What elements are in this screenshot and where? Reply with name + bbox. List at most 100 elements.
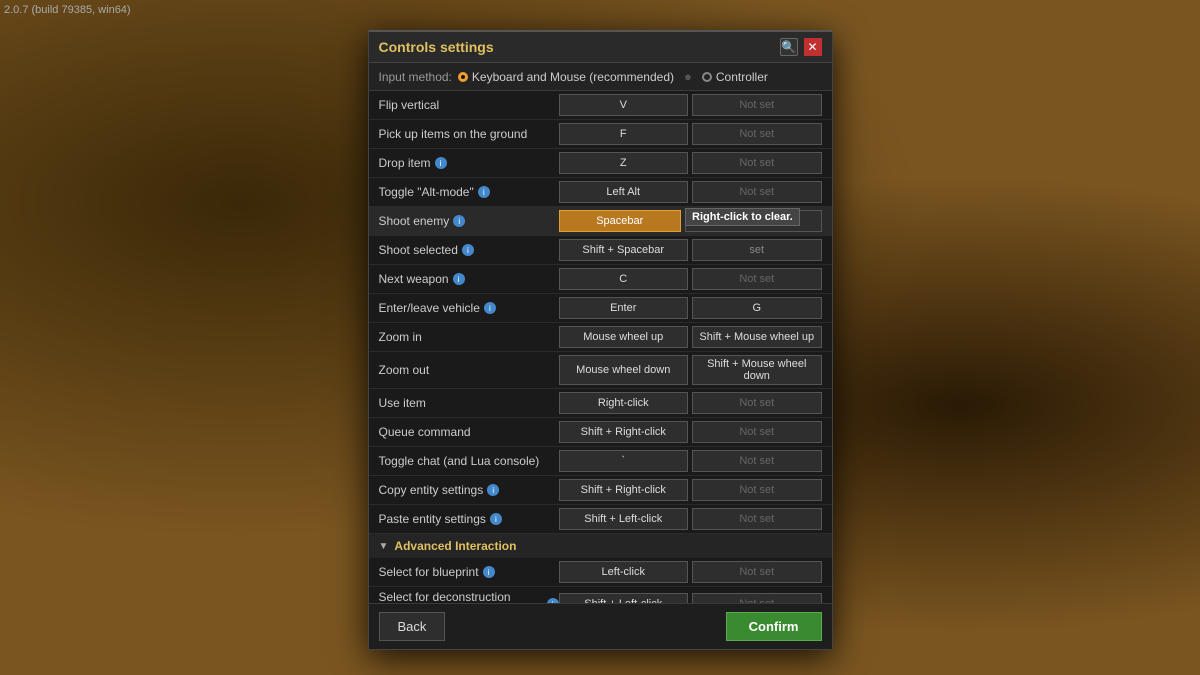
primary-key-btn[interactable]: Shift + Right-click [559, 479, 689, 501]
secondary-key-btn[interactable]: Not set [685, 210, 822, 232]
confirm-button[interactable]: Confirm [726, 612, 822, 641]
keybind-row-copy-entity: Copy entity settings i Shift + Right-cli… [369, 476, 832, 505]
info-icon[interactable]: i [453, 215, 465, 227]
search-button[interactable]: 🔍 [780, 38, 798, 56]
key-binding: Right-click Not set [559, 392, 822, 414]
primary-key-btn[interactable]: Shift + Spacebar [559, 239, 689, 261]
radio-dot-controller [702, 72, 712, 82]
info-icon[interactable]: i [484, 302, 496, 314]
action-label: Paste entity settings i [379, 512, 559, 526]
primary-key-btn[interactable]: Z [559, 152, 689, 174]
key-binding: Left-click Not set [559, 561, 822, 583]
info-icon[interactable]: i [490, 513, 502, 525]
secondary-key-btn[interactable]: Shift + Mouse wheel down [692, 355, 822, 385]
secondary-key-btn[interactable]: Not set [692, 508, 822, 530]
primary-key-btn[interactable]: Left Alt [559, 181, 689, 203]
info-icon[interactable]: i [435, 157, 447, 169]
action-label: Enter/leave vehicle i [379, 301, 559, 315]
keybind-row-alt-mode: Toggle "Alt-mode" i Left Alt Not set [369, 178, 832, 207]
keybind-row-zoom-out: Zoom out Mouse wheel down Shift + Mouse … [369, 352, 832, 389]
keybind-row-toggle-chat: Toggle chat (and Lua console) ` Not set [369, 447, 832, 476]
action-label: Use item [379, 396, 559, 410]
modal-overlay: Controls settings 🔍 ✕ Input method: Keyb… [0, 0, 1200, 675]
primary-key-wrapper: Spacebar Right-click to clear. [559, 210, 682, 232]
primary-key-btn[interactable]: ` [559, 450, 689, 472]
section-advanced-interaction[interactable]: ▼ Advanced Interaction [369, 534, 832, 558]
secondary-key-btn[interactable]: Not set [692, 421, 822, 443]
key-binding: Left Alt Not set [559, 181, 822, 203]
primary-key-btn[interactable]: Shift + Left-click [559, 508, 689, 530]
key-binding: Z Not set [559, 152, 822, 174]
secondary-key-btn[interactable]: Not set [692, 450, 822, 472]
key-binding: ` Not set [559, 450, 822, 472]
secondary-key-btn[interactable]: Shift + Mouse wheel up [692, 326, 822, 348]
key-binding: Shift + Left-click Not set [559, 593, 822, 603]
primary-key-btn[interactable]: F [559, 123, 689, 145]
action-label: Next weapon i [379, 272, 559, 286]
primary-key-btn[interactable]: C [559, 268, 689, 290]
secondary-key-btn[interactable]: Not set [692, 593, 822, 603]
input-method-label: Input method: [379, 70, 452, 84]
secondary-key-btn[interactable]: Not set [692, 94, 822, 116]
info-icon[interactable]: i [487, 484, 499, 496]
radio-dot-keyboard [458, 72, 468, 82]
primary-key-btn[interactable]: Left-click [559, 561, 689, 583]
keybind-row-drop-item: Drop item i Z Not set [369, 149, 832, 178]
action-label: Flip vertical [379, 98, 559, 112]
keybind-row-queue-command: Queue command Shift + Right-click Not se… [369, 418, 832, 447]
key-binding: V Not set [559, 94, 822, 116]
key-binding: F Not set [559, 123, 822, 145]
key-binding: Mouse wheel down Shift + Mouse wheel dow… [559, 355, 822, 385]
section-arrow-icon: ▼ [379, 541, 389, 552]
action-label: Shoot enemy i [379, 214, 559, 228]
action-label: Queue command [379, 425, 559, 439]
section-header-label: Advanced Interaction [394, 539, 516, 553]
info-icon[interactable]: i [483, 566, 495, 578]
keybind-row-use-item: Use item Right-click Not set [369, 389, 832, 418]
info-icon[interactable]: i [478, 186, 490, 198]
action-label: Copy entity settings i [379, 483, 559, 497]
primary-key-btn[interactable]: Shift + Right-click [559, 421, 689, 443]
secondary-key-btn[interactable]: Not set [692, 392, 822, 414]
primary-key-btn[interactable]: V [559, 94, 689, 116]
info-icon[interactable]: i [453, 273, 465, 285]
action-label: Toggle "Alt-mode" i [379, 185, 559, 199]
primary-key-btn[interactable]: Mouse wheel down [559, 355, 689, 385]
secondary-key-btn[interactable]: Not set [692, 479, 822, 501]
key-binding: Mouse wheel up Shift + Mouse wheel up [559, 326, 822, 348]
close-button[interactable]: ✕ [804, 38, 822, 56]
keybind-row-pickup: Pick up items on the ground F Not set [369, 120, 832, 149]
secondary-key-btn[interactable]: Not set [692, 123, 822, 145]
controls-settings-dialog: Controls settings 🔍 ✕ Input method: Keyb… [368, 30, 833, 650]
action-label: Select for deconstruction cancellation i [379, 590, 559, 603]
secondary-key-btn[interactable]: set [692, 239, 822, 261]
keybind-row-shoot-selected: Shoot selected i Shift + Spacebar set [369, 236, 832, 265]
action-label: Zoom out [379, 363, 559, 377]
keybind-row-flip-vertical: Flip vertical V Not set [369, 91, 832, 120]
keybind-row-zoom-in: Zoom in Mouse wheel up Shift + Mouse whe… [369, 323, 832, 352]
keybind-list[interactable]: Flip vertical V Not set Pick up items on… [369, 91, 832, 603]
secondary-key-btn[interactable]: Not set [692, 152, 822, 174]
keybind-row-select-blueprint: Select for blueprint i Left-click Not se… [369, 558, 832, 587]
secondary-key-btn[interactable]: G [692, 297, 822, 319]
secondary-key-btn[interactable]: Not set [692, 561, 822, 583]
key-binding: C Not set [559, 268, 822, 290]
keybind-row-deconstruction-cancel: Select for deconstruction cancellation i… [369, 587, 832, 603]
back-button[interactable]: Back [379, 612, 446, 641]
primary-key-btn[interactable]: Enter [559, 297, 689, 319]
radio-keyboard[interactable]: Keyboard and Mouse (recommended) [458, 70, 674, 84]
secondary-key-btn[interactable]: Not set [692, 181, 822, 203]
key-binding: Shift + Left-click Not set [559, 508, 822, 530]
secondary-key-btn[interactable]: Not set [692, 268, 822, 290]
keybind-row-next-weapon: Next weapon i C Not set [369, 265, 832, 294]
info-icon[interactable]: i [462, 244, 474, 256]
primary-key-btn[interactable]: Right-click [559, 392, 689, 414]
primary-key-btn[interactable]: Mouse wheel up [559, 326, 689, 348]
primary-key-btn[interactable]: Spacebar [559, 210, 682, 232]
key-binding: Enter G [559, 297, 822, 319]
primary-key-btn[interactable]: Shift + Left-click [559, 593, 689, 603]
dialog-title-bar: Controls settings 🔍 ✕ [369, 32, 832, 63]
action-label: Pick up items on the ground [379, 127, 559, 141]
key-binding: Shift + Right-click Not set [559, 479, 822, 501]
radio-controller[interactable]: Controller [702, 70, 768, 84]
